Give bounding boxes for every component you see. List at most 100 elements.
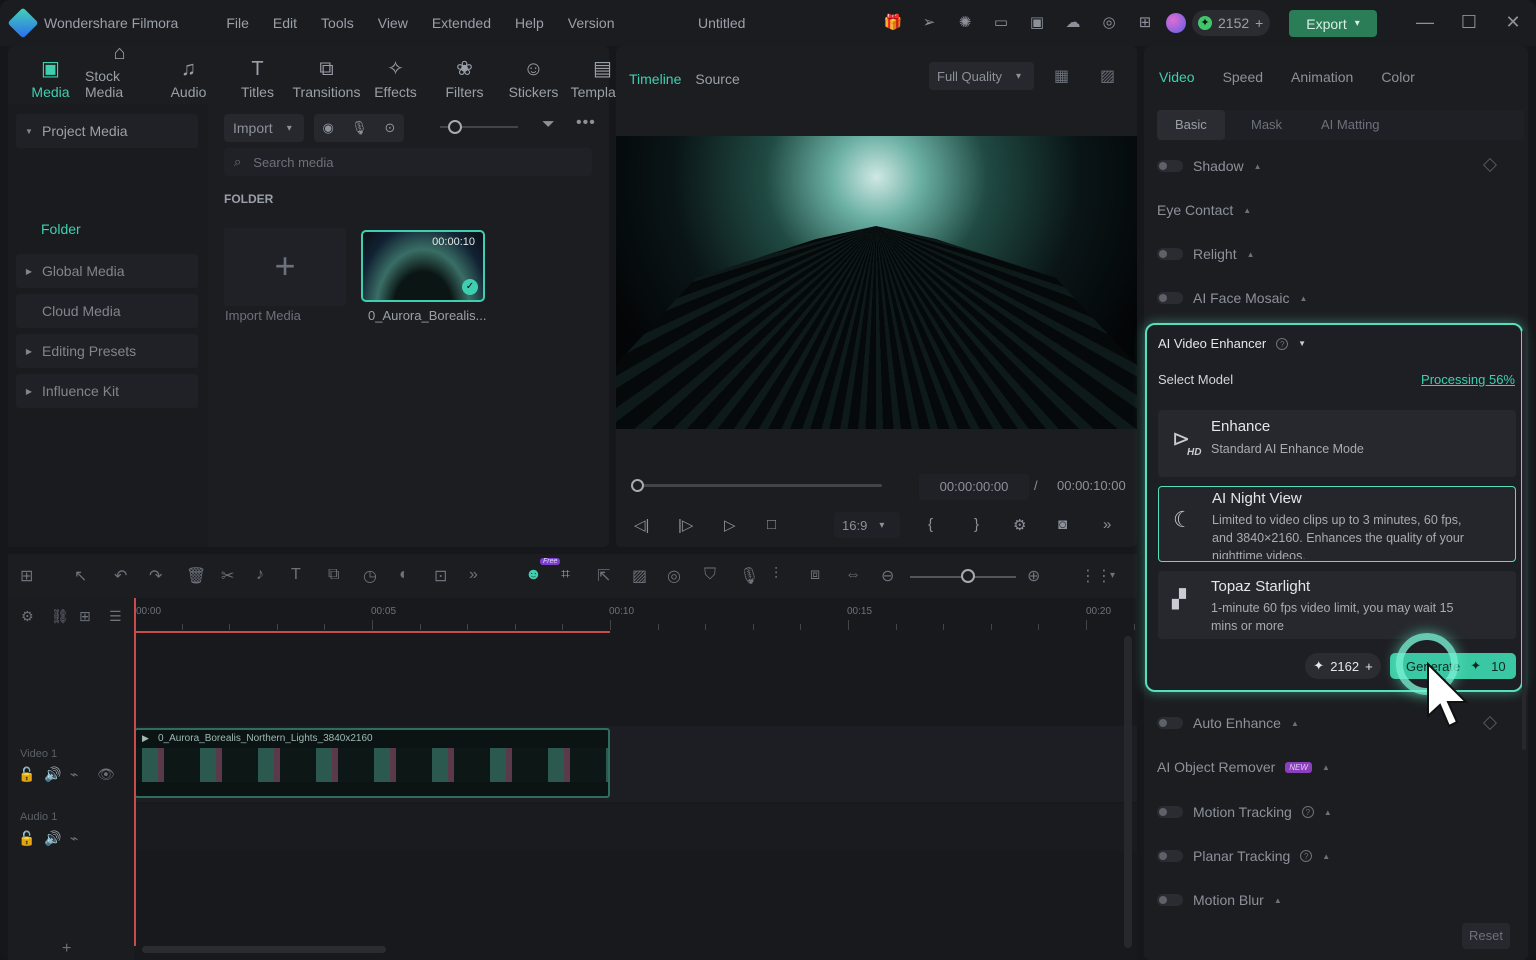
mark-out-icon[interactable]: } [974, 516, 979, 533]
send-icon[interactable]: ➢ [918, 12, 940, 34]
tab-transitions[interactable]: ⧉ Transitions [292, 46, 361, 100]
keyframe-icon[interactable] [1482, 157, 1498, 173]
quality-dropdown[interactable]: Full Quality ▾ [929, 62, 1034, 90]
loading-icon[interactable]: ✺ [954, 12, 976, 34]
subtab-mask[interactable]: Mask [1233, 110, 1300, 140]
caret-up-icon[interactable]: ▲ [1274, 896, 1282, 905]
ai-portrait-icon[interactable]: ⊡ [434, 566, 447, 586]
add-credits-icon[interactable]: + [1255, 15, 1263, 31]
undo-icon[interactable]: ↶ [114, 566, 127, 586]
tab-timeline[interactable]: Timeline [629, 71, 681, 87]
sidebar-item-cloud-media[interactable]: Cloud Media [16, 294, 198, 328]
gift-icon[interactable]: 🎁 [882, 12, 904, 34]
vertical-scrollbar[interactable] [1124, 636, 1132, 948]
sidebar-item-influence-kit[interactable]: ▶ Influence Kit [16, 374, 198, 408]
unlink-icon[interactable]: ⛓ [51, 608, 69, 625]
audio-split-icon[interactable]: ♪ [256, 566, 264, 584]
sidebar-item-folder[interactable]: Folder [41, 221, 81, 237]
import-button[interactable]: Import ▾ [224, 114, 304, 142]
planar-tracking-toggle[interactable] [1157, 850, 1183, 862]
add-track-icon[interactable]: ⊞ [79, 608, 91, 625]
menu-file[interactable]: File [214, 15, 261, 31]
sidebar-item-global-media[interactable]: ▶ Global Media [16, 254, 198, 288]
caret-up-icon[interactable]: ▲ [1254, 162, 1262, 171]
properties-scrollbar[interactable] [1522, 330, 1526, 750]
keyframe-icon[interactable] [1482, 715, 1498, 731]
avatar[interactable] [1166, 13, 1186, 33]
more-options-icon[interactable]: ••• [576, 114, 596, 132]
picture-in-picture-icon[interactable]: ⧈ [810, 566, 820, 584]
filter-icon[interactable]: ⏷ [542, 116, 555, 134]
stop-icon[interactable]: □ [767, 516, 776, 533]
enhancer-header[interactable]: AI Video Enhancer ? ▼ [1158, 336, 1306, 351]
auto-enhance-toggle[interactable] [1157, 717, 1183, 729]
export-button[interactable]: Export ▾ [1289, 10, 1377, 37]
export-clip-icon[interactable]: ⇱ [597, 566, 610, 586]
search-media-field[interactable]: ⌕ Search media [224, 148, 592, 176]
caret-up-icon[interactable]: ▲ [1243, 206, 1251, 215]
tab-titles[interactable]: T Titles [223, 46, 292, 100]
caret-up-icon[interactable]: ▲ [1247, 250, 1255, 259]
tab-source[interactable]: Source [695, 71, 739, 87]
settings-icon[interactable]: ⚙ [1013, 516, 1026, 534]
scrubber-handle[interactable] [631, 479, 644, 492]
credit-balance-pill[interactable]: ✦ 2162 + [1305, 653, 1381, 679]
model-option-ai-night-view[interactable]: ☾ AI Night View Limited to video clips u… [1158, 486, 1516, 562]
zoom-slider-handle[interactable] [961, 569, 975, 583]
horizontal-scrollbar[interactable] [142, 946, 386, 953]
record-screen-icon[interactable]: ◉ [323, 120, 334, 136]
minimize-icon[interactable]: — [1413, 12, 1437, 33]
text-tool-icon[interactable]: T [291, 566, 301, 584]
credits-badge[interactable]: ✦ 2152 + [1192, 10, 1270, 36]
search-input[interactable]: Search media [253, 155, 333, 170]
tab-speed[interactable]: Speed [1223, 69, 1263, 85]
volume-icon[interactable]: 🔊 [44, 830, 61, 847]
tab-media[interactable]: ▣ Media [16, 46, 85, 100]
snapshot-icon[interactable]: ◙ [1058, 516, 1067, 533]
voiceover-icon[interactable]: ⊙ [385, 120, 396, 136]
playback-scrubber[interactable] [638, 484, 882, 487]
caret-down-icon[interactable]: ▼ [1298, 339, 1306, 348]
microphone-icon[interactable]: 🎙 [351, 120, 368, 136]
help-icon[interactable]: ? [1301, 806, 1314, 818]
eye-icon[interactable]: 👁 [97, 766, 115, 783]
track-settings-icon[interactable]: ⚙ [21, 608, 34, 625]
menu-version[interactable]: Version [556, 15, 627, 31]
image-icon[interactable]: ▨ [1100, 66, 1115, 86]
screen-icon[interactable]: ▭ [990, 12, 1012, 34]
image-edit-icon[interactable]: ▨ [632, 566, 647, 586]
layout-grid-icon[interactable]: ⊞ [20, 566, 33, 586]
menu-edit[interactable]: Edit [261, 15, 309, 31]
grid-icon[interactable]: ⊞ [1134, 12, 1156, 34]
mark-in-icon[interactable]: { [928, 516, 933, 533]
caret-up-icon[interactable]: ▲ [1322, 852, 1330, 861]
menu-view[interactable]: View [366, 15, 420, 31]
track-layout-icon[interactable]: ⋮⋮ [1080, 566, 1112, 586]
motion-blur-toggle[interactable] [1157, 894, 1183, 906]
hide-audio-icon[interactable]: ⌁ [70, 766, 78, 783]
color-icon[interactable]: ◐ [399, 566, 409, 584]
caret-up-icon[interactable]: ▲ [1322, 763, 1330, 772]
fit-icon[interactable]: ⇔ [845, 566, 861, 584]
lock-icon[interactable]: 🔓 [18, 766, 35, 783]
face-mosaic-toggle[interactable] [1157, 292, 1183, 304]
zoom-in-icon[interactable]: ⊕ [1027, 566, 1040, 586]
time-ruler[interactable]: 00:00 00:05 00:10 00:15 00:20 [134, 598, 1137, 634]
help-icon[interactable]: ? [1276, 337, 1289, 350]
headset-icon[interactable]: ◎ [1098, 12, 1120, 34]
processing-status-link[interactable]: Processing 56% [1421, 372, 1515, 387]
volume-icon[interactable]: 🔊 [44, 766, 61, 783]
close-icon[interactable]: ✕ [1501, 12, 1525, 33]
model-option-enhance[interactable]: ⊳ HD Enhance Standard AI Enhance Mode [1158, 410, 1516, 477]
tab-color[interactable]: Color [1381, 69, 1414, 85]
menu-extended[interactable]: Extended [420, 15, 503, 31]
save-icon[interactable]: ▣ [1026, 12, 1048, 34]
track-height-icon[interactable]: ☰ [109, 608, 122, 625]
slider-handle[interactable] [448, 120, 462, 134]
mixer-icon[interactable]: ⫶ [774, 566, 778, 584]
select-tool-icon[interactable]: ↖ [74, 566, 87, 586]
speed-icon[interactable]: ◷ [363, 566, 377, 586]
add-credits-icon[interactable]: + [1365, 659, 1373, 674]
tab-animation[interactable]: Animation [1291, 69, 1353, 85]
caret-up-icon[interactable]: ▲ [1324, 808, 1332, 817]
